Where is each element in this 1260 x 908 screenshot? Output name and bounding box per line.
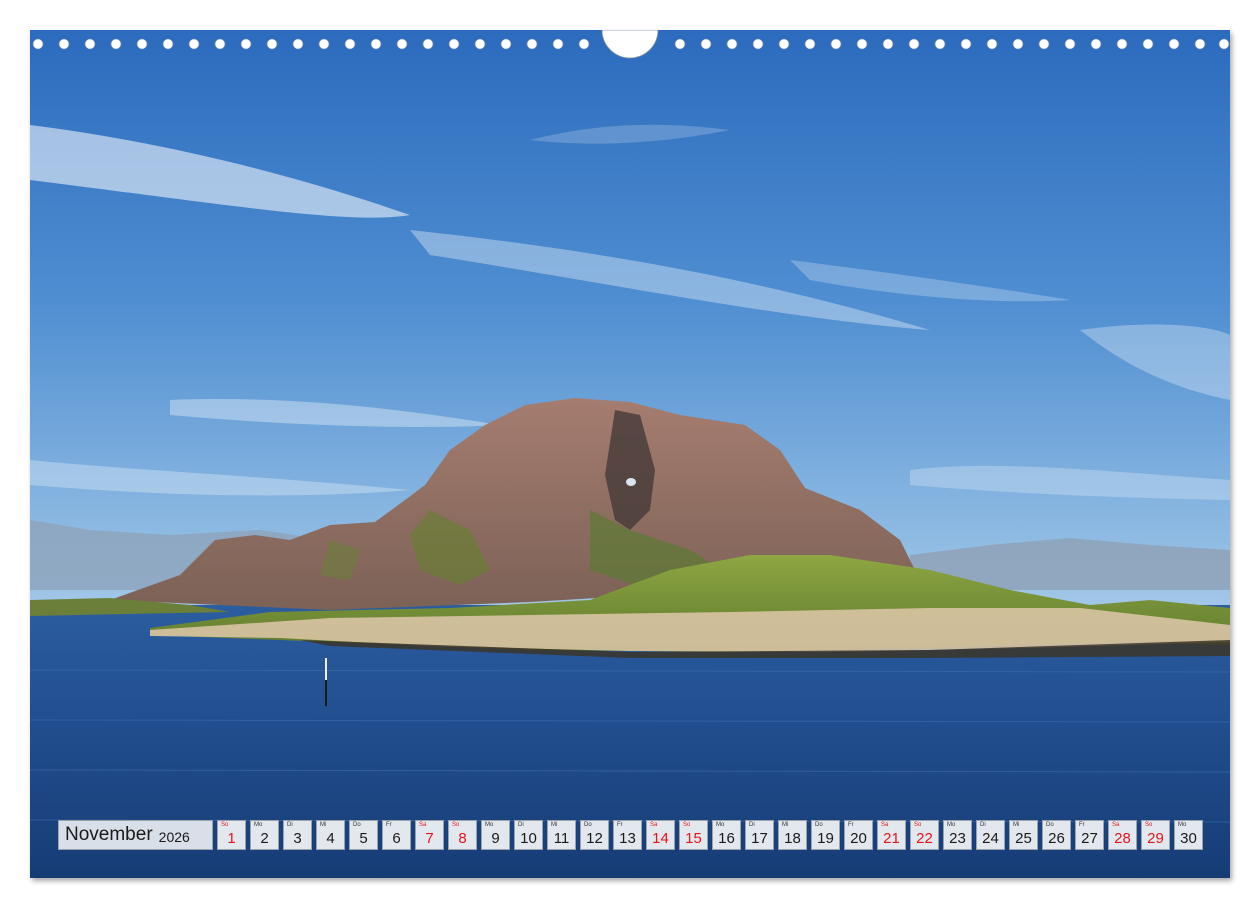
day-cell: So 29 <box>1141 820 1170 850</box>
day-cell: Do 12 <box>580 820 609 850</box>
weekday-label: Mo <box>254 822 263 828</box>
day-number: 24 <box>982 830 999 847</box>
day-number: 2 <box>260 830 269 847</box>
weekday-label: Di <box>287 822 293 828</box>
day-cell: Fr 6 <box>382 820 411 850</box>
day-cell: Do 26 <box>1042 820 1071 850</box>
day-number: 30 <box>1180 830 1197 847</box>
day-cell: Sa 14 <box>646 820 675 850</box>
weekday-label: Fr <box>386 822 392 828</box>
weekday-label: Fr <box>617 822 623 828</box>
day-cell: Di 10 <box>514 820 543 850</box>
day-cell: Mi 4 <box>316 820 345 850</box>
day-cell: Di 3 <box>283 820 312 850</box>
day-cell: So 22 <box>910 820 939 850</box>
day-number: 28 <box>1114 830 1131 847</box>
weekday-label: Sa <box>881 822 889 828</box>
day-cell: Fr 13 <box>613 820 642 850</box>
weekday-label: Mo <box>1178 822 1187 828</box>
weekday-label: So <box>1145 822 1153 828</box>
day-number: 19 <box>817 830 834 847</box>
day-number: 12 <box>586 830 603 847</box>
weekday-label: So <box>914 822 922 828</box>
weekday-label: So <box>452 822 460 828</box>
day-cell: Fr 20 <box>844 820 873 850</box>
day-cells: So 1 Mo 2 Di 3 Mi 4 Do 5 Fr 6 Sa 7 So 8 Mo 9 Di 10 Mi 11 Do 12 F… <box>217 820 1203 850</box>
day-cell: Mi 25 <box>1009 820 1038 850</box>
date-strip: November 2026 So 1 Mo 2 Di 3 Mi 4 Do 5 Fr 6 Sa 7 So 8 Mo… <box>58 820 1203 850</box>
weekday-label: Di <box>518 822 524 828</box>
day-number: 29 <box>1147 830 1164 847</box>
weekday-label: Di <box>749 822 755 828</box>
weekday-label: Mo <box>716 822 725 828</box>
weekday-label: Sa <box>650 822 658 828</box>
day-number: 13 <box>619 830 636 847</box>
day-cell: So 15 <box>679 820 708 850</box>
day-cell: Mi 11 <box>547 820 576 850</box>
weekday-label: Mo <box>485 822 494 828</box>
day-number: 11 <box>553 830 570 847</box>
weekday-label: Do <box>584 822 592 828</box>
weekday-label: Sa <box>1112 822 1120 828</box>
weekday-label: Mi <box>1013 822 1020 828</box>
day-number: 18 <box>784 830 801 847</box>
day-number: 5 <box>359 830 368 847</box>
weekday-label: Di <box>980 822 986 828</box>
weekday-label: Do <box>353 822 361 828</box>
day-number: 4 <box>326 830 335 847</box>
day-number: 8 <box>458 830 467 847</box>
month-year: 2026 <box>158 828 190 845</box>
day-number: 16 <box>718 830 735 847</box>
day-number: 15 <box>685 830 702 847</box>
weekday-label: Fr <box>848 822 854 828</box>
day-cell: Sa 7 <box>415 820 444 850</box>
day-number: 21 <box>883 830 900 847</box>
weekday-label: Mo <box>947 822 956 828</box>
day-cell: Mo 16 <box>712 820 741 850</box>
day-cell: So 8 <box>448 820 477 850</box>
day-number: 9 <box>491 830 500 847</box>
day-number: 10 <box>520 830 537 847</box>
weekday-label: Do <box>815 822 823 828</box>
day-number: 22 <box>916 830 933 847</box>
day-cell: Mo 9 <box>481 820 510 850</box>
weekday-label: Mi <box>782 822 789 828</box>
day-cell: Sa 21 <box>877 820 906 850</box>
month-name: November <box>65 824 153 845</box>
day-cell: Do 5 <box>349 820 378 850</box>
weekday-label: Fr <box>1079 822 1085 828</box>
day-cell: Fr 27 <box>1075 820 1104 850</box>
weekday-label: Mi <box>551 822 558 828</box>
day-cell: Di 17 <box>745 820 774 850</box>
day-number: 17 <box>751 830 768 847</box>
landscape-photo <box>30 30 1230 878</box>
day-number: 26 <box>1048 830 1065 847</box>
day-cell: Mo 23 <box>943 820 972 850</box>
day-cell: Mo 30 <box>1174 820 1203 850</box>
day-number: 3 <box>293 830 302 847</box>
month-label: November 2026 <box>58 820 213 850</box>
day-cell: Mo 2 <box>250 820 279 850</box>
weekday-label: Sa <box>419 822 427 828</box>
day-number: 14 <box>652 830 669 847</box>
day-number: 7 <box>425 830 434 847</box>
day-number: 25 <box>1015 830 1032 847</box>
weekday-label: So <box>221 822 229 828</box>
weekday-label: Mi <box>320 822 327 828</box>
day-cell: Mi 18 <box>778 820 807 850</box>
day-cell: So 1 <box>217 820 246 850</box>
day-number: 20 <box>850 830 867 847</box>
calendar-page: November 2026 So 1 Mo 2 Di 3 Mi 4 Do 5 Fr 6 Sa 7 So 8 Mo… <box>30 30 1230 878</box>
day-cell: Di 24 <box>976 820 1005 850</box>
day-number: 1 <box>227 830 236 847</box>
day-cell: Do 19 <box>811 820 840 850</box>
day-number: 23 <box>949 830 966 847</box>
weekday-label: Do <box>1046 822 1054 828</box>
weekday-label: So <box>683 822 691 828</box>
day-cell: Sa 28 <box>1108 820 1137 850</box>
day-number: 27 <box>1081 830 1098 847</box>
day-number: 6 <box>392 830 401 847</box>
